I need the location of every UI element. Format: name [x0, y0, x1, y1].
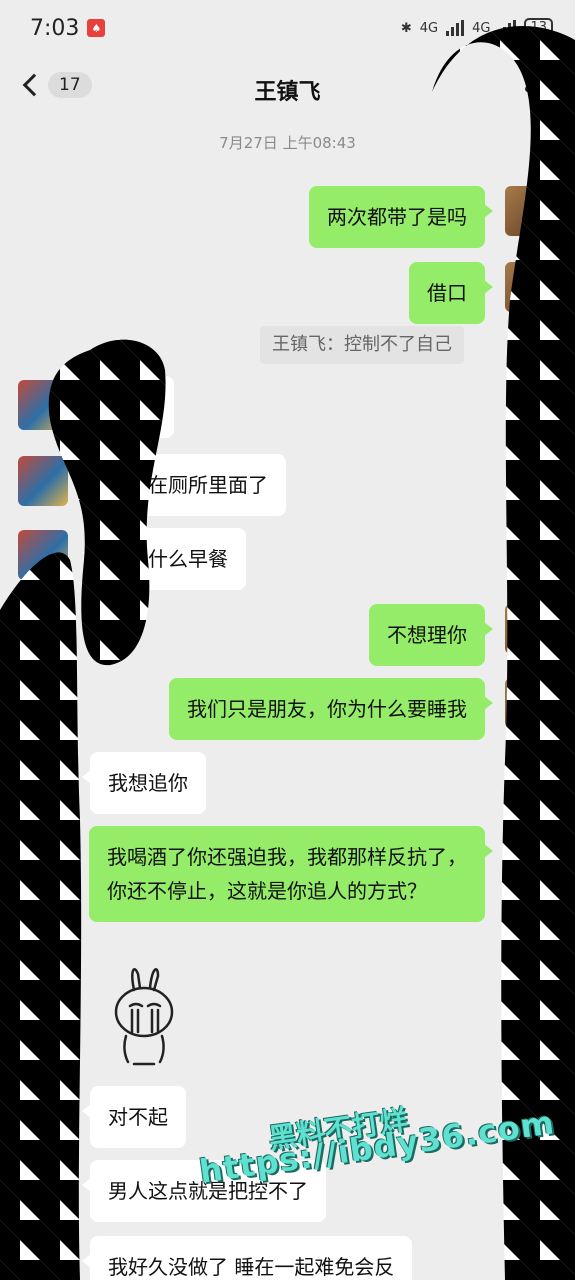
- notification-icon: ♠: [87, 19, 106, 37]
- status-left: 7:03 ♠: [30, 15, 106, 41]
- contact-avatar[interactable]: [18, 1162, 68, 1212]
- contact-avatar[interactable]: [18, 1088, 68, 1138]
- self-avatar[interactable]: [505, 186, 555, 236]
- chevron-left-icon: [22, 73, 46, 97]
- contact-avatar[interactable]: [18, 962, 68, 1012]
- contact-avatar[interactable]: [18, 530, 68, 580]
- message-bubble-incoming[interactable]: 都丢在厕所里面了: [82, 454, 286, 516]
- self-avatar[interactable]: [505, 262, 555, 312]
- censor-overlay: [0, 26, 575, 1280]
- self-avatar[interactable]: [505, 826, 555, 876]
- self-avatar[interactable]: [505, 604, 555, 654]
- signal-icon: [446, 20, 465, 36]
- self-avatar[interactable]: [505, 678, 555, 728]
- unread-count-badge: 17: [48, 72, 92, 98]
- contact-avatar[interactable]: [18, 456, 68, 506]
- battery-icon: 13: [524, 18, 553, 38]
- message-bubble-incoming[interactable]: [82, 376, 174, 438]
- system-quote-note: 王镇飞：控制不了自己: [260, 326, 464, 364]
- message-timestamp: 7月27日 上午08:43: [219, 134, 356, 152]
- contact-avatar[interactable]: [18, 754, 68, 804]
- status-bar: 7:03 ♠ ✱ 4G 4G 13: [0, 0, 575, 56]
- message-bubble-incoming[interactable]: 吃点什么早餐: [82, 528, 246, 590]
- message-bubble-outgoing[interactable]: 两次都带了是吗: [309, 186, 493, 248]
- bluetooth-icon: ✱: [400, 20, 412, 36]
- message-bubble-incoming[interactable]: 对不起: [82, 1086, 186, 1148]
- chat-title: 王镇飞: [254, 80, 321, 105]
- message-bubble-outgoing[interactable]: 我们只是朋友，你为什么要睡我: [169, 678, 493, 740]
- network-label-2: 4G: [472, 20, 491, 36]
- message-bubble-outgoing[interactable]: 我喝酒了你还强迫我，我都那样反抗了，你还不停止，这就是你追人的方式？: [89, 826, 493, 922]
- network-label-1: 4G: [419, 20, 439, 36]
- back-button[interactable]: 17: [18, 72, 92, 98]
- crying-rabbit-sticker[interactable]: [104, 960, 184, 1070]
- signal-icon-2: [498, 20, 517, 36]
- chat-header: 17 王镇飞: [0, 58, 575, 122]
- message-bubble-outgoing[interactable]: 借口: [409, 262, 493, 324]
- message-bubble-incoming[interactable]: 我好久没做了 睡在一起难免会反: [81, 1236, 413, 1280]
- message-bubble-incoming[interactable]: 我想追你: [82, 752, 206, 814]
- contact-avatar[interactable]: [18, 380, 68, 430]
- status-right: ✱ 4G 4G 13: [401, 18, 553, 38]
- more-options-icon[interactable]: [525, 86, 553, 92]
- contact-avatar[interactable]: [18, 1238, 68, 1280]
- status-time: 7:03: [30, 15, 80, 41]
- message-bubble-outgoing[interactable]: 不想理你: [369, 604, 493, 666]
